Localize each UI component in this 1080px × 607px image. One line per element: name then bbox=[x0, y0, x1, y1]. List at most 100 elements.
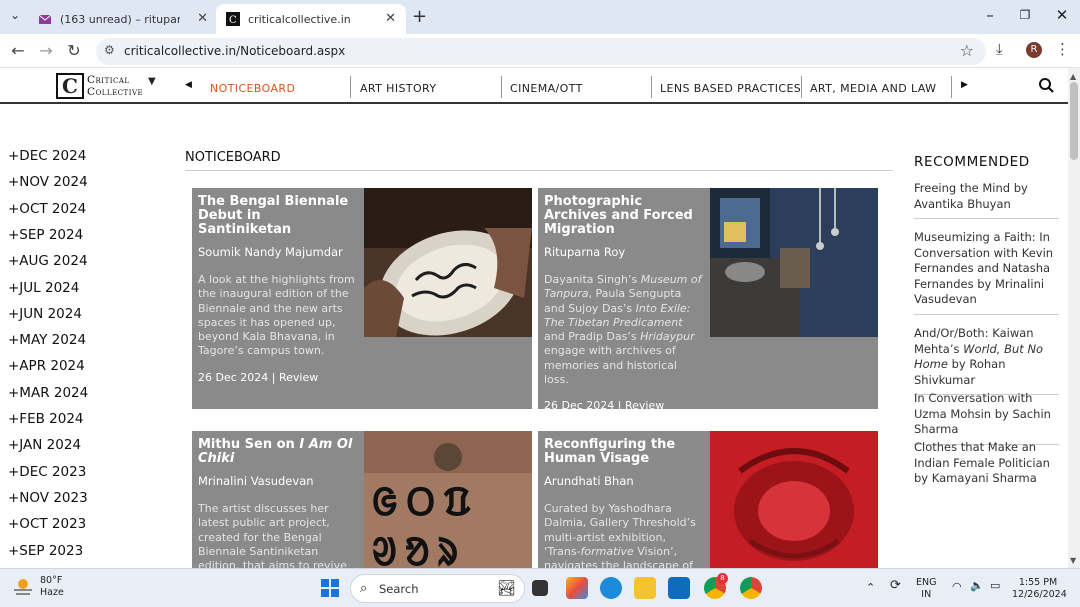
nav-art-history[interactable]: ART HISTORY bbox=[360, 82, 437, 95]
article-title[interactable]: Reconfiguring the Human Visage bbox=[544, 438, 702, 466]
tab-title: criticalcollective.in bbox=[248, 12, 351, 26]
new-tab-icon[interactable]: + bbox=[412, 6, 427, 27]
article-author: Soumik Nandy Majumdar bbox=[198, 245, 343, 259]
task-view-icon[interactable] bbox=[532, 580, 548, 596]
logo-dropdown-caret-icon[interactable]: ▼ bbox=[148, 76, 156, 87]
address-bar[interactable]: ⚙ criticalcollective.in/Noticeboard.aspx… bbox=[96, 38, 986, 65]
archive-month[interactable]: +MAR 2024 bbox=[8, 385, 88, 401]
sync-icon[interactable]: ⟳ bbox=[890, 579, 901, 592]
volume-icon[interactable]: 🔈 bbox=[970, 580, 984, 592]
nav-prev-arrow-icon[interactable]: ◀ bbox=[185, 80, 192, 90]
scroll-up-icon[interactable]: ▲ bbox=[1070, 72, 1076, 81]
wifi-icon[interactable]: ◠ bbox=[952, 581, 962, 593]
forward-icon[interactable]: → bbox=[36, 41, 56, 60]
recommended-item[interactable]: In Conversation with Uzma Mohsin by Sach… bbox=[914, 391, 1059, 445]
archive-month[interactable]: +NOV 2023 bbox=[8, 490, 88, 506]
edge-icon[interactable] bbox=[600, 577, 622, 599]
article-description: Dayanita Singh’s Museum of Tanpura, Paul… bbox=[544, 273, 702, 387]
ol-chiki-glyph: ᱯ bbox=[443, 480, 480, 524]
article-title[interactable]: The Bengal Biennale Debut in Santiniketa… bbox=[198, 195, 356, 237]
profile-avatar[interactable]: R bbox=[1026, 42, 1042, 58]
archive-month[interactable]: +OCT 2023 bbox=[8, 516, 86, 532]
nav-lens-based-practices[interactable]: LENS BASED PRACTICES bbox=[660, 82, 801, 95]
nav-next-arrow-icon[interactable]: ▶ bbox=[961, 80, 968, 90]
weather-widget[interactable]: 80°F Haze bbox=[12, 575, 64, 599]
restore-icon[interactable]: ❐ bbox=[1015, 8, 1035, 22]
haze-weather-icon bbox=[14, 579, 32, 595]
reload-icon[interactable]: ↻ bbox=[64, 41, 84, 60]
chrome-profile-icon[interactable] bbox=[740, 577, 762, 599]
article-image-calligraphy-plate[interactable] bbox=[364, 188, 532, 337]
tab-search-chevron-icon[interactable]: ⌄ bbox=[6, 8, 24, 26]
bookmark-star-icon[interactable]: ☆ bbox=[960, 41, 974, 60]
article-image-ol-chiki-letters[interactable]: ᱜᱛᱯ ᱣᱚᱨ bbox=[364, 431, 532, 568]
logo-line2: Collective bbox=[87, 86, 144, 98]
scrollbar-thumb[interactable] bbox=[1070, 82, 1078, 160]
nav-divider bbox=[801, 76, 802, 98]
archive-month[interactable]: +DEC 2023 bbox=[8, 464, 86, 480]
archive-month[interactable]: +FEB 2024 bbox=[8, 411, 84, 427]
file-explorer-icon[interactable] bbox=[634, 577, 656, 599]
search-icon[interactable] bbox=[1038, 77, 1054, 93]
taskbar-search[interactable]: ⌕ Search 🏞 bbox=[350, 574, 525, 603]
download-icon[interactable]: ⤓ bbox=[996, 40, 1003, 58]
mail-icon bbox=[38, 14, 52, 24]
svg-text:C: C bbox=[229, 15, 237, 26]
show-hidden-icons-icon[interactable]: ⌃ bbox=[866, 582, 875, 594]
archive-month[interactable]: +AUG 2024 bbox=[8, 253, 88, 269]
article-card[interactable]: Photographic Archives and Forced Migrati… bbox=[538, 188, 878, 409]
outlook-icon[interactable] bbox=[668, 577, 690, 599]
archive-month[interactable]: +MAY 2024 bbox=[8, 332, 86, 348]
nav-divider bbox=[350, 76, 351, 98]
archive-month[interactable]: +SEP 2023 bbox=[8, 543, 83, 559]
clock[interactable]: 1:55 PM 12/26/2024 bbox=[1012, 577, 1067, 601]
recommended-item[interactable]: And/Or/Both: Kaiwan Mehta’s World, But N… bbox=[914, 326, 1059, 396]
article-description: The artist discusses her latest public a… bbox=[198, 502, 347, 568]
language-indicator[interactable]: ENG IN bbox=[916, 577, 936, 601]
site-navigation: C Critical Collective ▼ ◀ NOTICEBOARD AR… bbox=[0, 68, 1068, 104]
archive-month[interactable]: +OCT 2024 bbox=[8, 201, 86, 217]
article-author: Rituparna Roy bbox=[544, 245, 626, 259]
recommended-item[interactable]: Museumizing a Faith: In Conversation wit… bbox=[914, 230, 1059, 315]
back-icon[interactable]: ← bbox=[8, 41, 28, 60]
close-window-icon[interactable]: ✕ bbox=[1052, 6, 1072, 24]
search-highlight-icon: 🏞 bbox=[496, 579, 516, 597]
article-title[interactable]: Photographic Archives and Forced Migrati… bbox=[544, 195, 702, 237]
site-info-icon[interactable]: ⚙ bbox=[104, 43, 115, 57]
ol-chiki-glyph: ᱣ bbox=[372, 530, 405, 568]
archive-month[interactable]: +SEP 2024 bbox=[8, 227, 83, 243]
ol-chiki-glyph: ᱚ bbox=[404, 530, 438, 568]
article-card[interactable]: The Bengal Biennale Debut in Santiniketa… bbox=[192, 188, 532, 409]
archive-month[interactable]: +NOV 2024 bbox=[8, 174, 88, 190]
recommended-item[interactable]: Clothes that Make an Indian Female Polit… bbox=[914, 440, 1059, 493]
article-image-red-visage[interactable] bbox=[710, 431, 878, 568]
scroll-down-icon[interactable]: ▼ bbox=[1070, 556, 1076, 565]
recommended-item[interactable]: Freeing the Mind by Avantika Bhuyan bbox=[914, 181, 1059, 220]
archive-month[interactable]: +JUN 2024 bbox=[8, 306, 82, 322]
article-image-kitchen-interior[interactable] bbox=[710, 188, 878, 337]
archive-month[interactable]: +JUL 2024 bbox=[8, 280, 79, 296]
windows-taskbar: 80°F Haze ⌕ Search 🏞 8 ⌃ ⟳ ENG IN ◠ 🔈 ▭ 1:… bbox=[0, 568, 1080, 607]
archive-month[interactable]: +JAN 2024 bbox=[8, 437, 81, 453]
article-title[interactable]: Mithu Sen on I Am Ol Chiki bbox=[198, 438, 356, 466]
nav-art-media-law[interactable]: ART, MEDIA AND LAW bbox=[810, 82, 936, 95]
windows-start-icon[interactable] bbox=[321, 579, 339, 597]
article-card[interactable]: Reconfiguring the Human Visage Arundhati… bbox=[538, 431, 878, 568]
nav-noticeboard[interactable]: NOTICEBOARD bbox=[210, 82, 295, 95]
site-logo[interactable]: C Critical Collective bbox=[56, 72, 143, 100]
close-tab-icon[interactable]: ✕ bbox=[197, 11, 208, 26]
nav-cinema-ott[interactable]: CINEMA/OTT bbox=[510, 82, 583, 95]
archive-month[interactable]: +DEC 2024 bbox=[8, 148, 86, 164]
logo-line1: Critical bbox=[87, 74, 130, 86]
tab-title: (163 unread) – rituparna_sandi bbox=[60, 12, 180, 26]
battery-icon[interactable]: ▭ bbox=[990, 580, 1000, 592]
close-tab-icon[interactable]: ✕ bbox=[385, 11, 396, 26]
clock-date: 12/26/2024 bbox=[1012, 589, 1067, 600]
article-card[interactable]: Mithu Sen on I Am Ol Chiki Mrinalini Vas… bbox=[192, 431, 532, 568]
browser-tab-gmail[interactable]: (163 unread) – rituparna_sandi ✕ bbox=[28, 4, 218, 34]
browser-menu-icon[interactable]: ⋮ bbox=[1055, 40, 1070, 58]
archive-month[interactable]: +APR 2024 bbox=[8, 358, 85, 374]
minimize-icon[interactable]: – bbox=[980, 6, 1000, 24]
copilot-icon[interactable] bbox=[566, 577, 588, 599]
browser-tab-active[interactable]: C criticalcollective.in ✕ bbox=[216, 4, 406, 34]
